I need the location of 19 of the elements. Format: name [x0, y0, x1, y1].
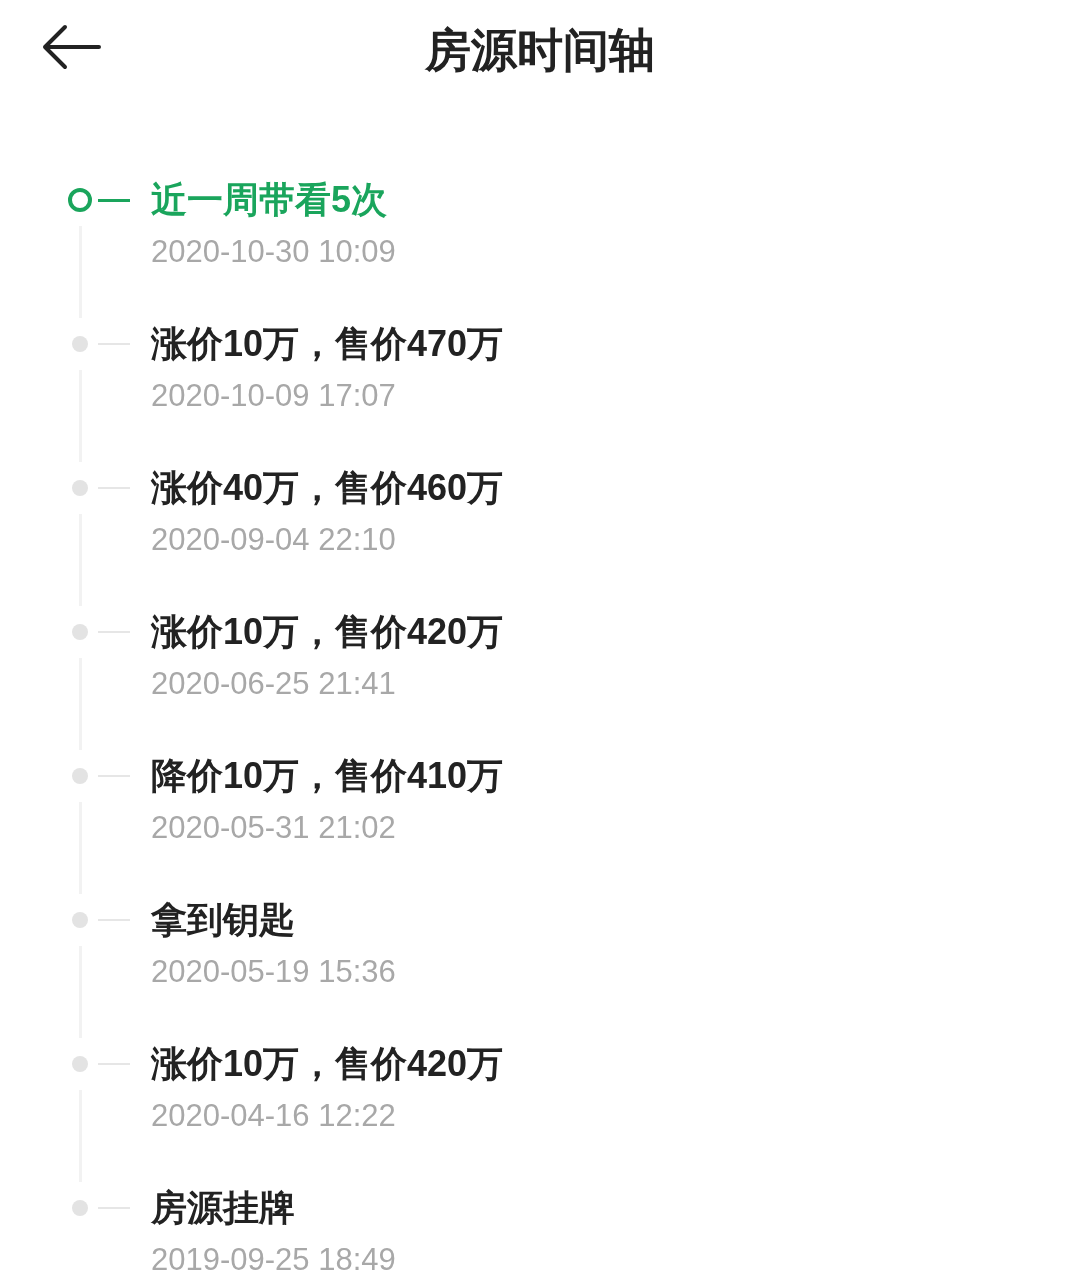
event-title: 涨价10万，售价470万 — [151, 322, 504, 366]
event-time: 2020-05-31 21:02 — [151, 809, 396, 847]
back-icon — [41, 24, 101, 70]
event-title: 近一周带看5次 — [151, 178, 388, 222]
event-title: 涨价10万，售价420万 — [151, 1042, 504, 1086]
event-time: 2020-10-30 10:09 — [151, 233, 396, 271]
event-title: 拿到钥匙 — [151, 898, 295, 942]
event-time: 2020-10-09 17:07 — [151, 377, 396, 415]
event-title: 涨价10万，售价420万 — [151, 610, 504, 654]
event-time: 2020-09-04 22:10 — [151, 521, 396, 559]
event-time: 2020-04-16 12:22 — [151, 1097, 396, 1135]
event-title: 降价10万，售价410万 — [151, 754, 504, 798]
event-time: 2020-05-19 15:36 — [151, 953, 396, 991]
event-time: 2019-09-25 18:49 — [151, 1241, 396, 1279]
page-title: 房源时间轴 — [424, 27, 655, 73]
event-title: 房源挂牌 — [151, 1186, 295, 1230]
event-title: 涨价40万，售价460万 — [151, 466, 504, 510]
event-time: 2020-06-25 21:41 — [151, 665, 396, 703]
timeline-connector — [98, 198, 130, 202]
